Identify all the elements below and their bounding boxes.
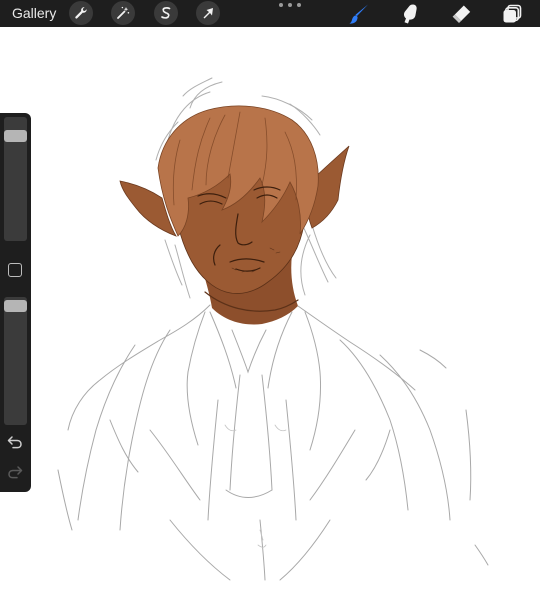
eraser-tool-button[interactable] xyxy=(448,1,474,27)
layers-icon xyxy=(503,4,522,23)
arrow-cursor-icon xyxy=(203,8,213,19)
adjustments-button[interactable] xyxy=(111,1,135,25)
selection-s-icon xyxy=(161,7,171,19)
artwork-illustration xyxy=(57,77,489,581)
transform-button[interactable] xyxy=(196,1,220,25)
layers-button[interactable] xyxy=(499,1,525,27)
actions-button[interactable] xyxy=(69,1,93,25)
magic-wand-icon xyxy=(117,6,130,19)
more-dots-icon[interactable] xyxy=(279,0,301,10)
drawing-canvas[interactable] xyxy=(0,27,540,589)
brush-size-thumb[interactable] xyxy=(4,130,27,142)
brush-size-slider[interactable] xyxy=(4,117,27,241)
opacity-slider[interactable] xyxy=(4,297,27,425)
undo-icon[interactable] xyxy=(7,435,23,449)
brush-icon xyxy=(349,4,368,24)
brush-tool-button[interactable] xyxy=(346,1,372,27)
procreate-app: Gallery xyxy=(0,0,540,589)
redo-icon[interactable] xyxy=(7,465,23,479)
opacity-thumb[interactable] xyxy=(4,300,27,312)
top-toolbar: Gallery xyxy=(0,0,540,27)
wrench-icon xyxy=(75,7,87,19)
sidebar xyxy=(0,113,31,492)
eraser-icon xyxy=(452,5,471,23)
square-modify-icon[interactable] xyxy=(8,263,22,277)
selection-button[interactable] xyxy=(154,1,178,25)
smudge-finger-icon xyxy=(403,4,417,24)
smudge-tool-button[interactable] xyxy=(397,1,423,27)
gallery-button[interactable]: Gallery xyxy=(12,4,56,22)
